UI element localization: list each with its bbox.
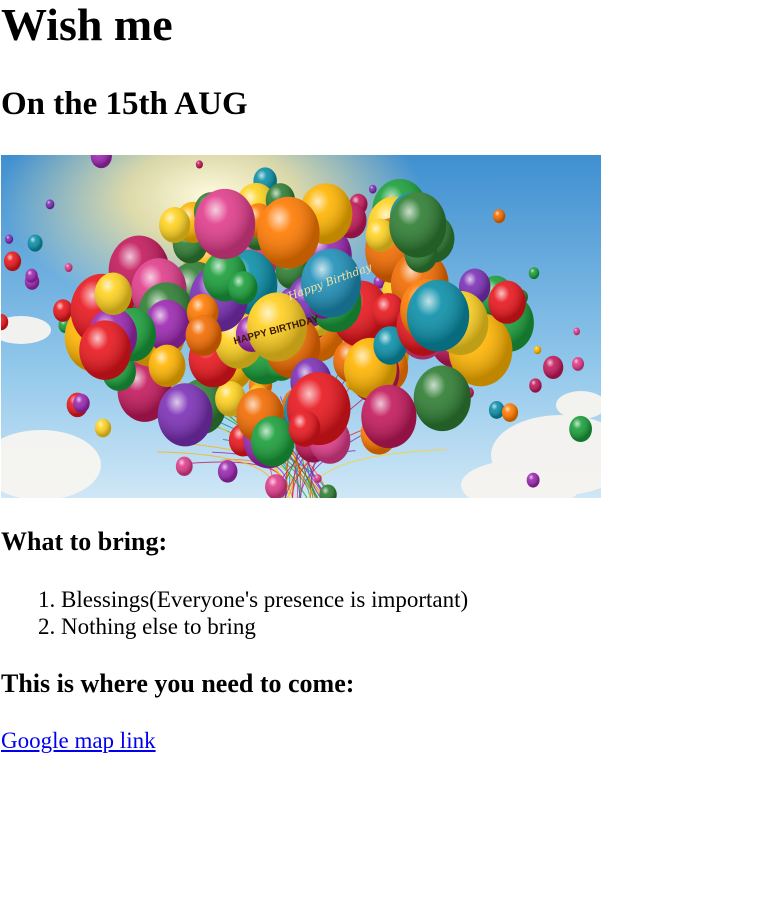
what-to-bring-heading: What to bring: [1, 527, 168, 556]
location-heading: This is where you need to come: [1, 669, 355, 698]
list-item: Nothing else to bring [61, 613, 468, 640]
page-title: Wish me [1, 0, 173, 50]
page-subtitle: On the 15th AUG [1, 86, 248, 122]
birthday-balloons-image: Happy Birthday HAPPY BIRTHDAY [1, 155, 601, 498]
bring-list: Blessings(Everyone's presence is importa… [0, 586, 468, 640]
google-map-link[interactable]: Google map link [1, 727, 156, 754]
list-item: Blessings(Everyone's presence is importa… [61, 586, 468, 613]
